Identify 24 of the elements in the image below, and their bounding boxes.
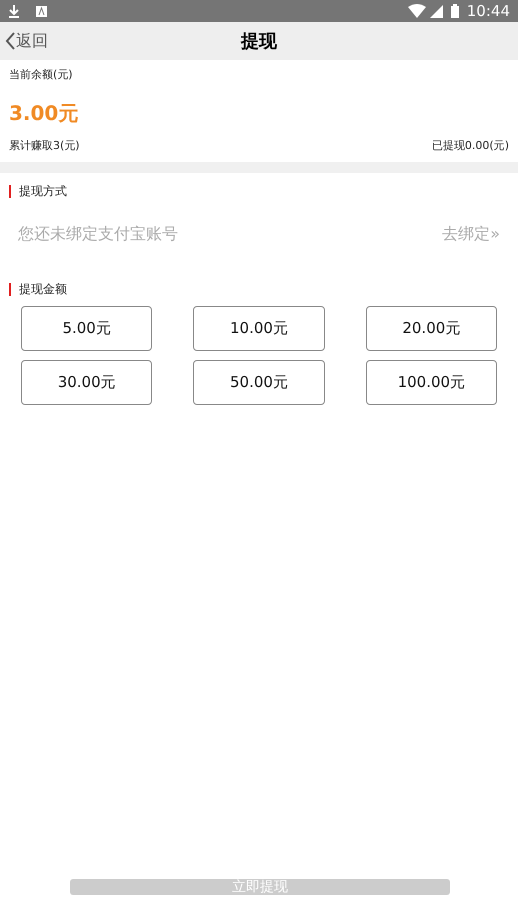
withdrawn-total: 已提现0.00(元) [432,138,509,154]
balance-amount: 3.00元 [9,100,80,126]
amount-option[interactable]: 10.00元 [193,306,325,351]
section-marker [9,184,11,198]
notification-icon [36,6,47,16]
page-title: 提现 [241,30,277,54]
signal-icon [430,4,443,18]
total-earned: 累计赚取3(元) [9,138,80,154]
status-time: 10:44 [466,0,510,22]
download-icon [8,4,20,18]
section-heading: 提现方式 [19,183,67,200]
battery-icon [450,4,459,18]
amount-option[interactable]: 20.00元 [366,306,497,351]
amount-option[interactable]: 100.00元 [366,360,497,405]
chevron-left-icon [4,31,16,51]
section-marker [9,282,11,296]
unbound-message: 您还未绑定支付宝账号 [18,223,178,245]
amount-option[interactable]: 30.00元 [21,360,152,405]
amount-option[interactable]: 50.00元 [193,360,325,405]
balance-label: 当前余额(元) [9,67,74,83]
wifi-icon [408,4,426,18]
section-heading: 提现金额 [19,281,67,298]
back-button[interactable]: 返回 [0,29,48,53]
amount-option[interactable]: 5.00元 [21,306,152,351]
